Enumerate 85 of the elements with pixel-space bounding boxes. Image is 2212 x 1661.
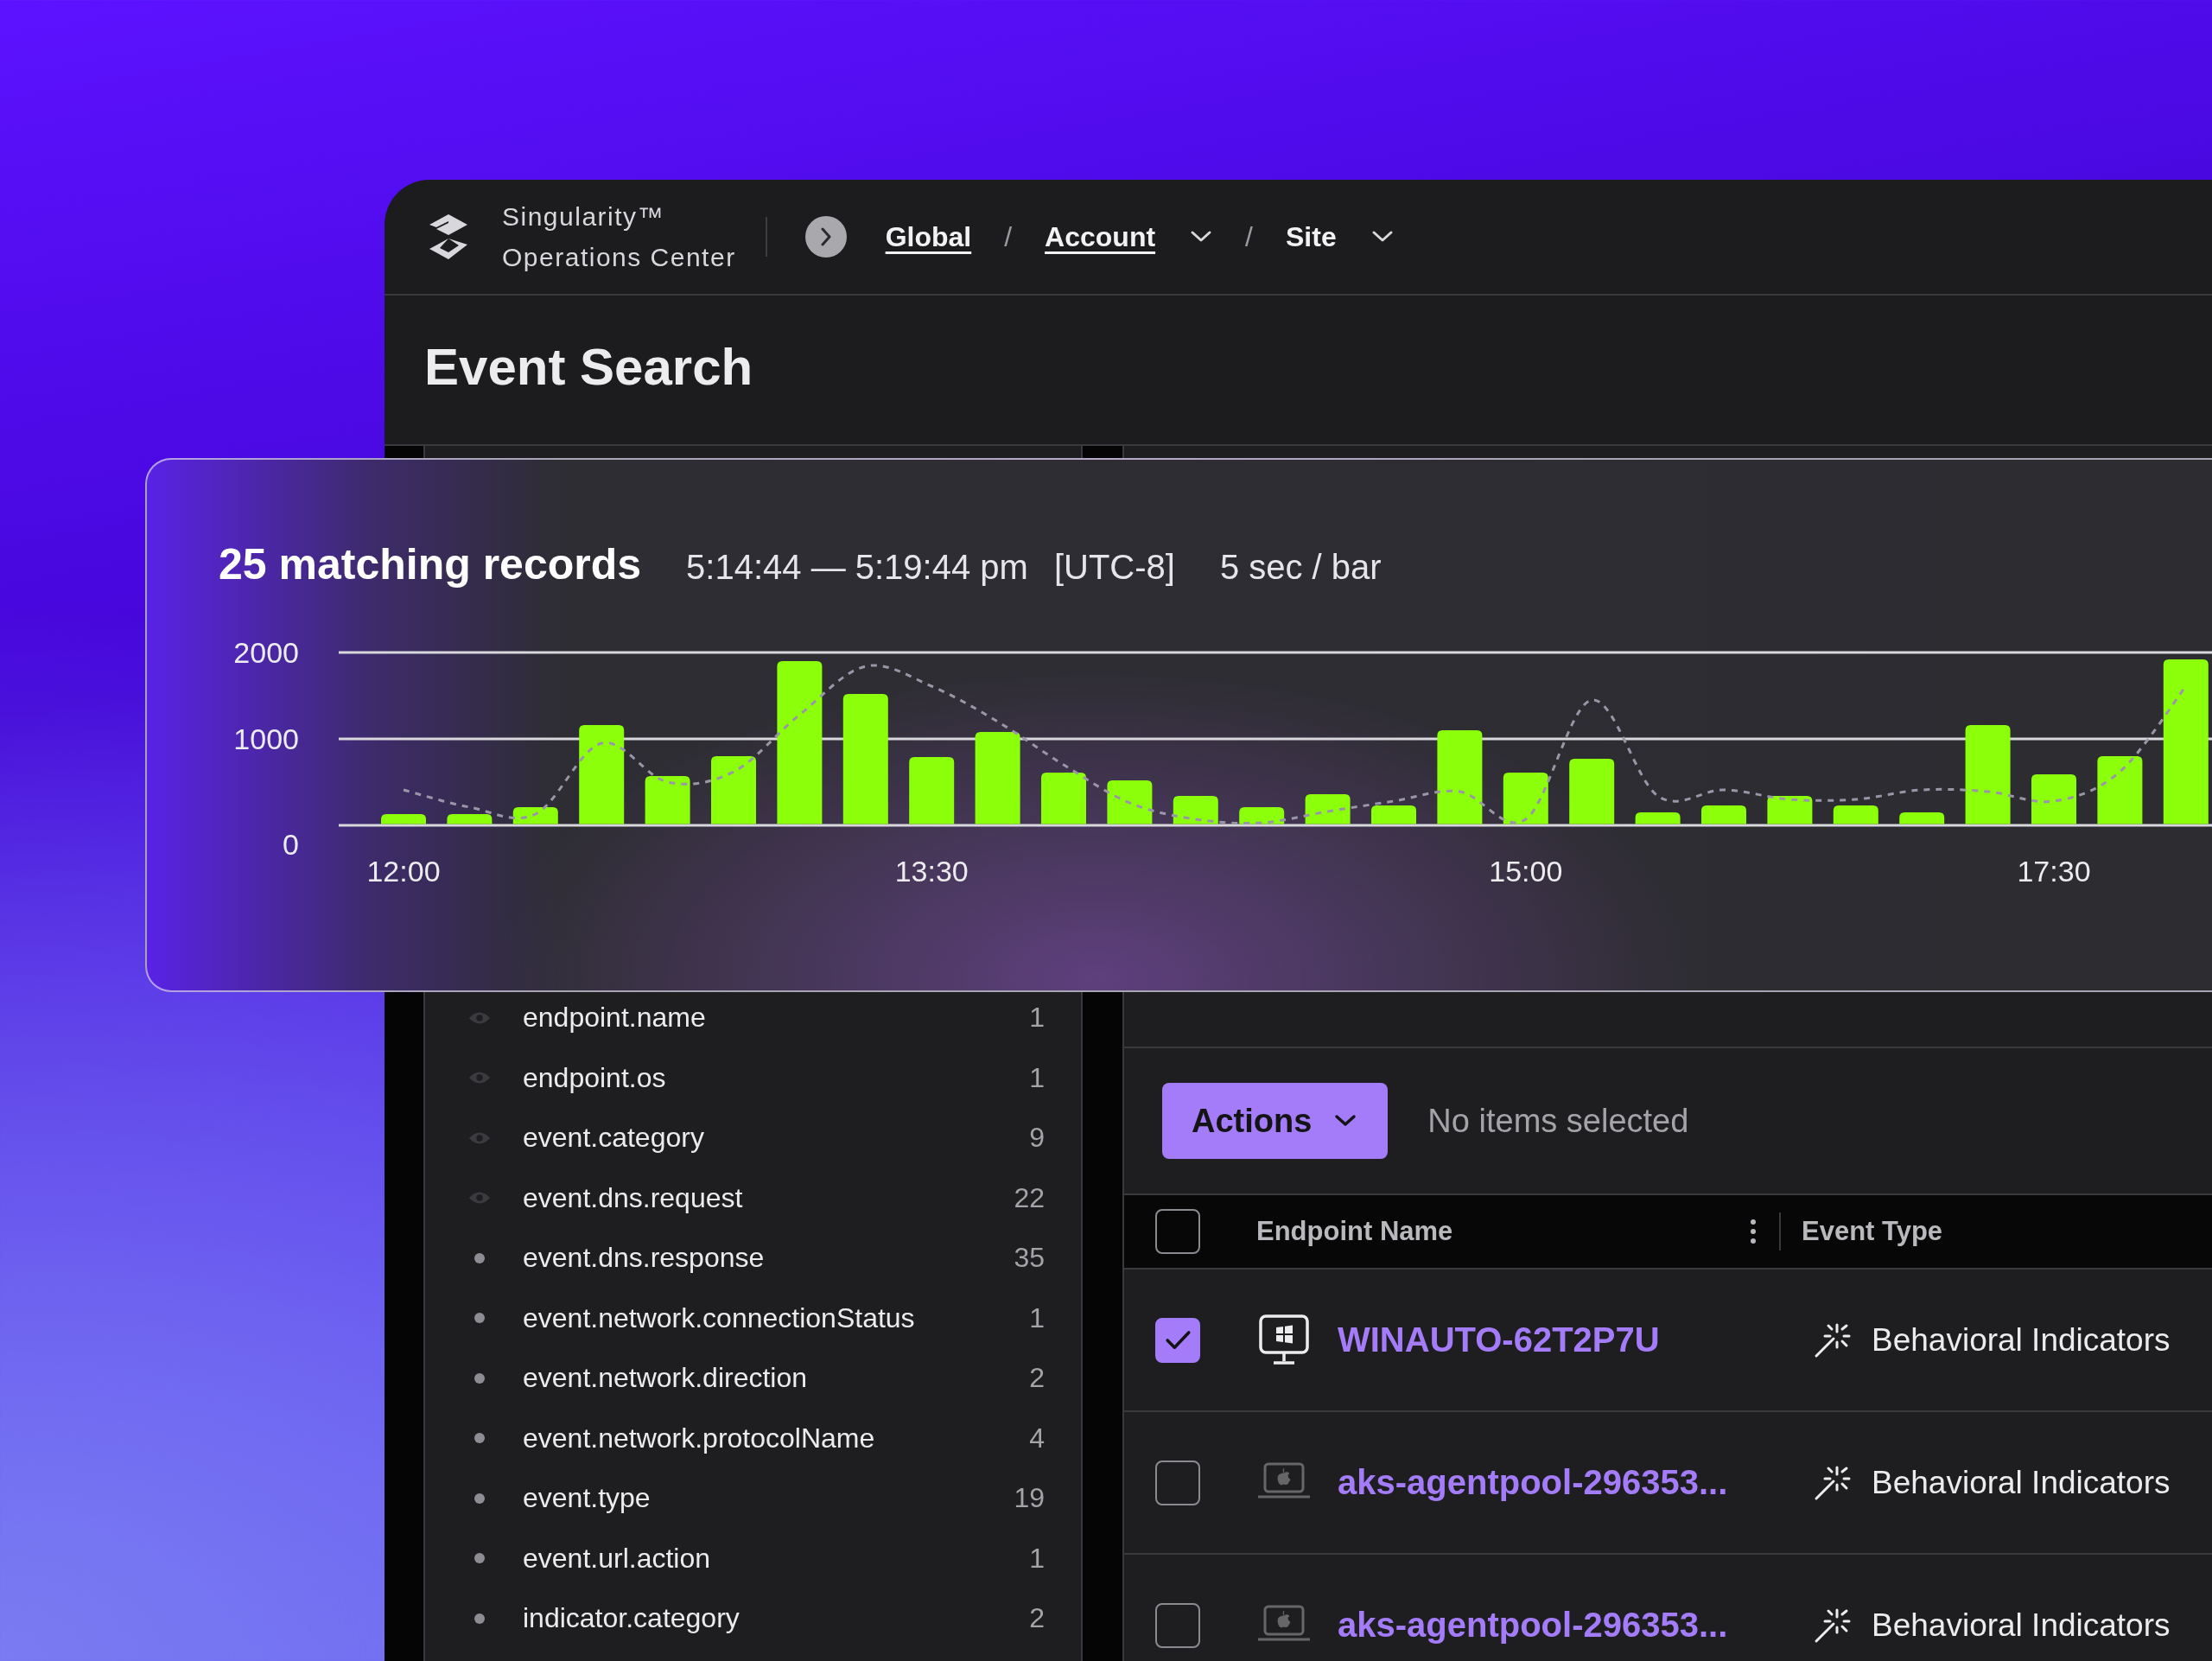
endpoint-link[interactable]: aks-agentpool-296353... — [1338, 1463, 1728, 1502]
breadcrumb-link[interactable]: Global — [885, 220, 972, 253]
bullet-icon — [474, 1313, 485, 1324]
selection-status: No items selected — [1427, 1102, 1689, 1140]
axis-label: 0 — [283, 828, 299, 861]
records-count: 25 matching records — [219, 539, 642, 589]
timezone: [UTC-8] — [1053, 548, 1175, 587]
field-count: 19 — [1014, 1482, 1045, 1515]
bar[interactable] — [1107, 780, 1153, 824]
bar[interactable] — [381, 814, 426, 824]
field-count: 1 — [1029, 1542, 1045, 1575]
kebab-menu-icon[interactable] — [1750, 1219, 1757, 1244]
field-count: 9 — [1029, 1122, 1045, 1155]
logo-icon — [428, 213, 469, 261]
axis-label: 17:30 — [2017, 855, 2091, 888]
field-name[interactable]: event.network.protocolName — [523, 1422, 1030, 1454]
chevron-down-icon — [1334, 1114, 1357, 1128]
event-type: Behavioral Indicators — [1872, 1464, 2171, 1501]
checkbox[interactable] — [1155, 1209, 1200, 1254]
field-name[interactable]: event.type — [523, 1482, 1014, 1515]
chevron-down-icon[interactable] — [1370, 230, 1394, 244]
field-name[interactable]: event.dns.request — [523, 1181, 1014, 1214]
checkbox[interactable] — [1155, 1602, 1200, 1648]
bullet-icon — [474, 1492, 485, 1504]
bar[interactable] — [1305, 794, 1351, 824]
bullet-icon — [474, 1553, 485, 1564]
field-count: 22 — [1014, 1181, 1045, 1214]
breadcrumb-item[interactable]: Site — [1286, 220, 1337, 253]
bar[interactable] — [1173, 796, 1218, 824]
field-name[interactable]: event.network.direction — [523, 1362, 1030, 1395]
bar[interactable] — [909, 757, 955, 824]
chevron-down-icon[interactable] — [1190, 230, 1213, 244]
breadcrumb-separator: / — [1004, 220, 1013, 253]
bar[interactable] — [512, 807, 558, 824]
column-header[interactable]: Event Type — [1802, 1216, 1943, 1246]
axis-label: 15:00 — [1489, 855, 1563, 888]
field-name[interactable]: endpoint.os — [523, 1061, 1030, 1094]
endpoint-link[interactable]: aks-agentpool-296353... — [1338, 1606, 1728, 1645]
bar[interactable] — [1899, 812, 1945, 824]
axis-label: 13:30 — [894, 855, 969, 888]
breadcrumb-link[interactable]: Account — [1045, 220, 1156, 253]
field-count: 4 — [1029, 1422, 1045, 1454]
field-name[interactable]: event.dns.response — [523, 1242, 1014, 1275]
bar[interactable] — [1569, 759, 1615, 824]
expand-button[interactable] — [804, 216, 847, 258]
field-count: 2 — [1029, 1362, 1045, 1395]
field-count: 35 — [1014, 1242, 1045, 1275]
actions-button[interactable]: Actions — [1162, 1083, 1389, 1159]
product-name: Singularity™ — [502, 201, 666, 232]
bullet-icon — [474, 1433, 485, 1444]
field-name[interactable]: event.category — [523, 1122, 1030, 1155]
bullet-icon — [474, 1252, 485, 1263]
breadcrumb-separator: / — [1245, 220, 1253, 253]
field-count: 1 — [1029, 1301, 1045, 1334]
bar[interactable] — [1503, 773, 1548, 824]
bar[interactable] — [1239, 807, 1285, 824]
field-count: 1 — [1029, 1002, 1045, 1034]
checkbox[interactable] — [1155, 1317, 1200, 1363]
axis-label: 12:00 — [366, 855, 441, 888]
time-range: 5:14:44 — 5:19:44 pm — [686, 548, 1028, 587]
column-header[interactable]: Endpoint Name — [1256, 1216, 1453, 1247]
checkbox[interactable] — [1155, 1460, 1200, 1505]
product-subtitle: Operations Center — [502, 242, 736, 273]
field-name[interactable]: event.url.action — [523, 1542, 1030, 1575]
axis-label: 2000 — [233, 636, 299, 669]
field-name[interactable]: indicator.category — [523, 1602, 1030, 1635]
field-name[interactable]: endpoint.name — [523, 1002, 1030, 1034]
bar[interactable] — [645, 776, 690, 824]
bar[interactable] — [2097, 756, 2143, 824]
bar-interval: 5 sec / bar — [1219, 548, 1382, 587]
axis-label: 1000 — [233, 722, 299, 755]
bar[interactable] — [447, 814, 493, 824]
event-type: Behavioral Indicators — [1872, 1321, 2171, 1359]
bar[interactable] — [1635, 812, 1681, 824]
field-count: 1 — [1029, 1061, 1045, 1094]
bar[interactable] — [975, 732, 1020, 824]
bar[interactable] — [1767, 796, 1813, 824]
bullet-icon — [474, 1372, 485, 1384]
page-title: Event Search — [424, 336, 753, 397]
event-type: Behavioral Indicators — [1872, 1607, 2171, 1644]
bullet-icon — [474, 1613, 485, 1624]
field-count: 2 — [1029, 1602, 1045, 1635]
field-name[interactable]: event.network.connectionStatus — [523, 1301, 1030, 1334]
endpoint-link[interactable]: WINAUTO-62T2P7U — [1338, 1321, 1660, 1359]
bar[interactable] — [1833, 805, 1878, 824]
